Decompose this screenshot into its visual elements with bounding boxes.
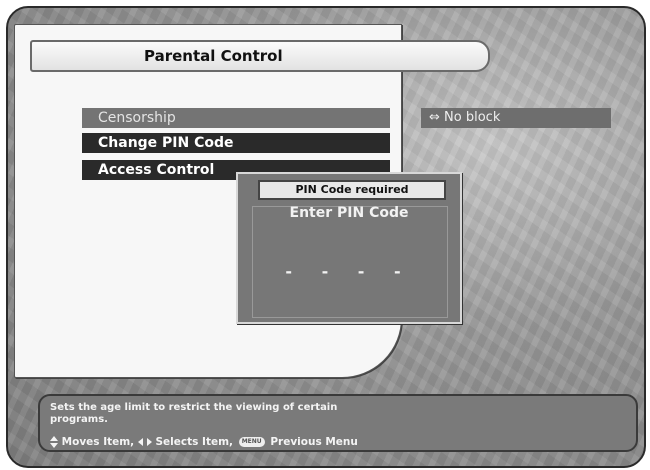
dialog-title: PIN Code required — [258, 180, 446, 200]
menu-item-change-pin[interactable]: Change PIN Code — [82, 133, 390, 153]
left-right-arrows-icon — [137, 438, 152, 446]
left-right-arrows-icon: ⇔ — [429, 110, 440, 125]
pin-prompt: Enter PIN Code — [289, 205, 409, 221]
key-hints: Moves Item, Selects Item, MENU Previous … — [50, 436, 358, 448]
help-footer: Sets the age limit to restrict the viewi… — [38, 394, 638, 452]
up-down-arrows-icon — [50, 436, 58, 448]
menu-key-icon: MENU — [238, 437, 265, 447]
menu-item-censorship[interactable]: Censorship — [82, 108, 390, 128]
help-text: Sets the age limit to restrict the viewi… — [50, 402, 338, 425]
page-title: Parental Control — [144, 47, 283, 65]
censorship-value: No block — [444, 110, 501, 125]
hint-menu: Previous Menu — [270, 436, 358, 448]
pin-dialog: PIN Code required — [236, 172, 462, 324]
censorship-value-selector[interactable]: ⇔ No block — [421, 108, 611, 128]
hint-move: Moves Item, — [61, 436, 135, 448]
pin-input[interactable]: - - - - — [236, 262, 462, 281]
hint-select: Selects Item, — [155, 436, 234, 448]
title-tab: Parental Control — [30, 40, 490, 72]
